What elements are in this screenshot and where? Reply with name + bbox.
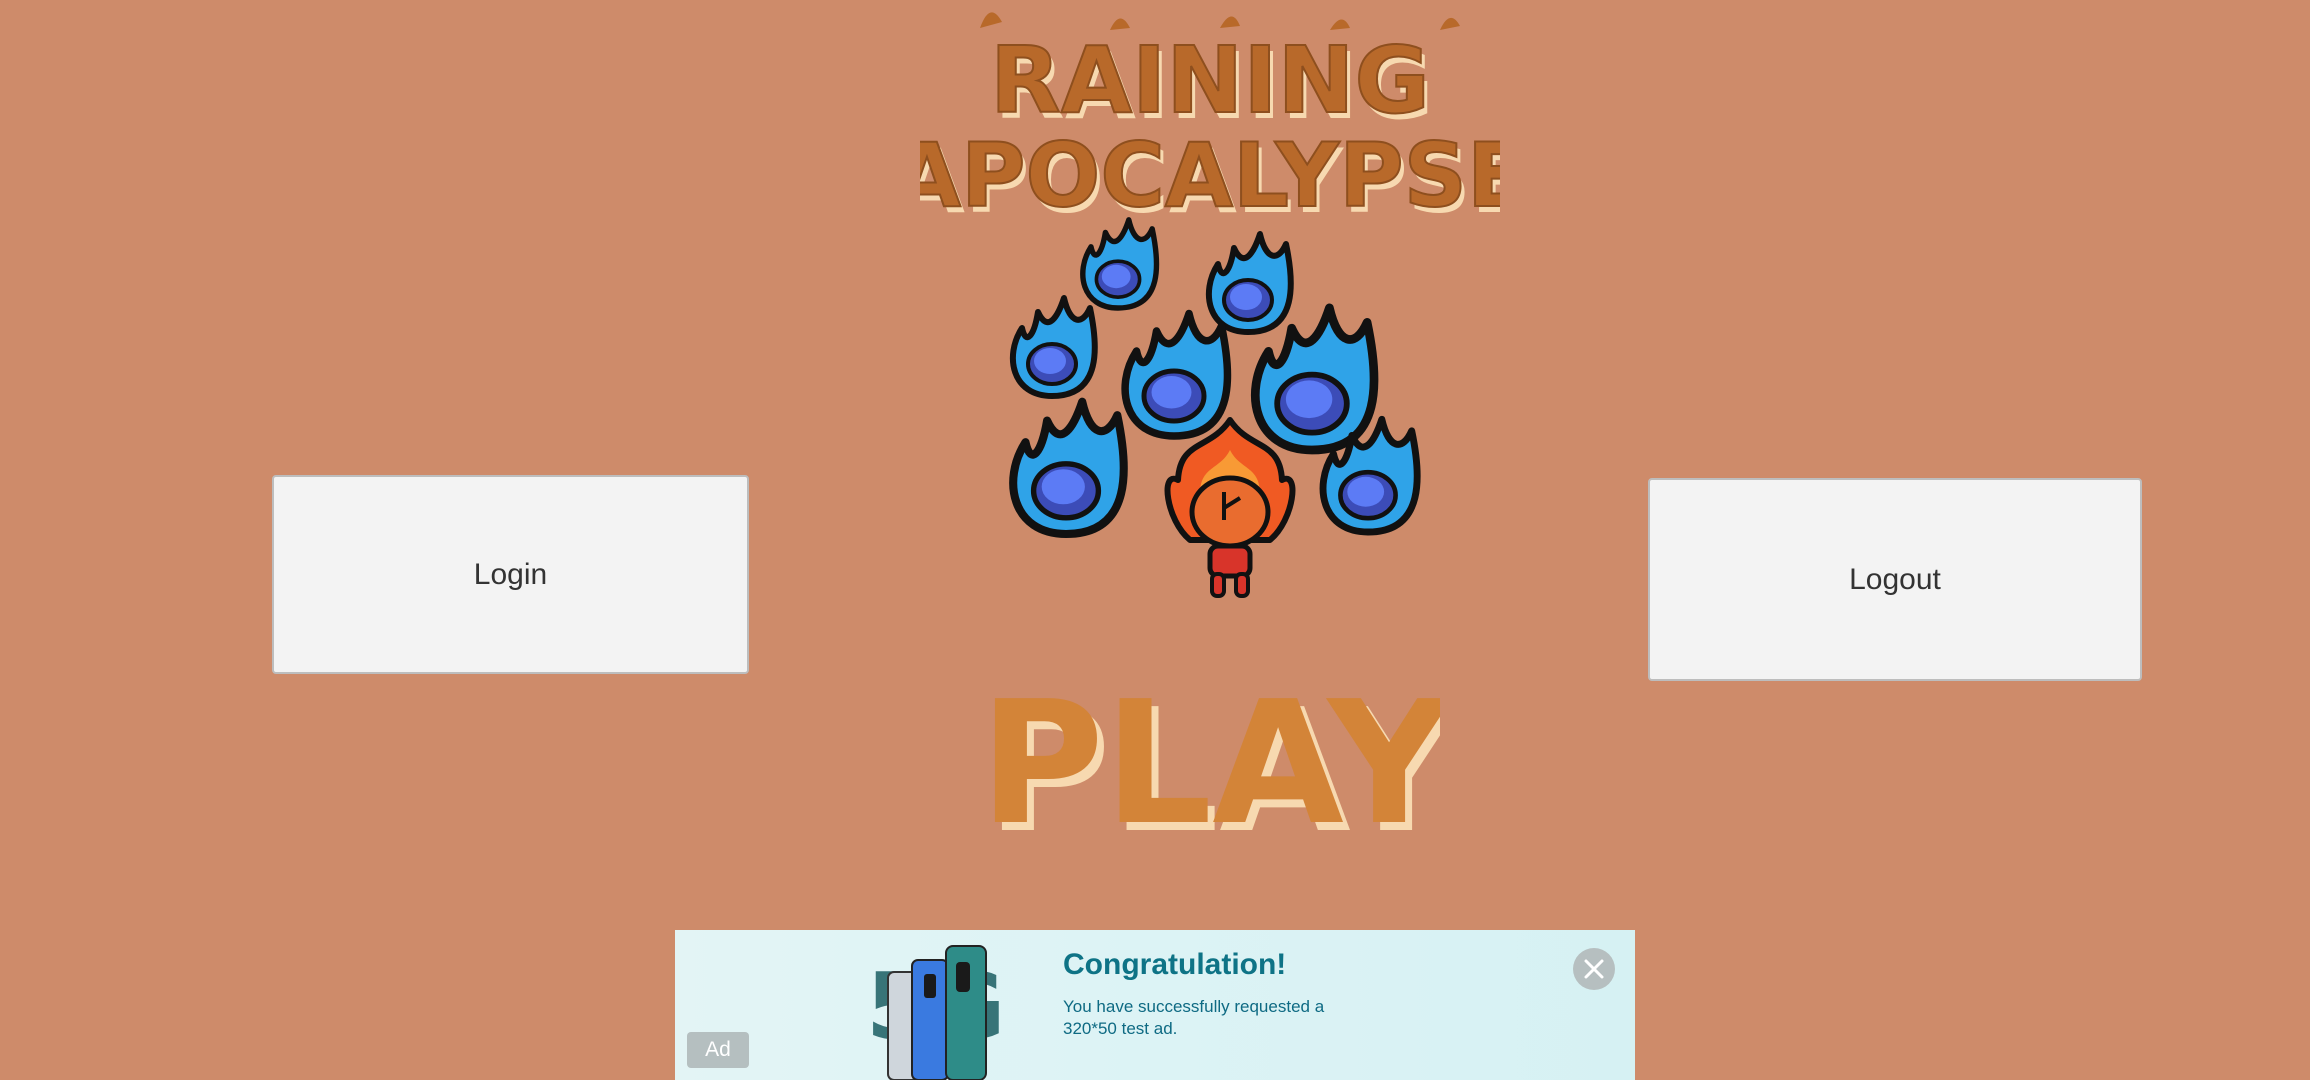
ad-headline: Congratulation!: [1063, 948, 1287, 981]
logout-button[interactable]: Logout: [1648, 478, 2142, 681]
login-button-label: Login: [473, 557, 548, 591]
ad-badge: Ad: [687, 1032, 749, 1068]
fireball-cluster-illustration: [990, 210, 1450, 598]
ad-banner[interactable]: Ad 5G Congratulation! You have successfu…: [675, 930, 1635, 1080]
fire-character-icon: [1164, 417, 1296, 598]
title-line1: RAINING: [990, 27, 1430, 134]
ad-body-text: You have successfully requested a 320*50…: [1063, 997, 1325, 1038]
login-button[interactable]: Login: [272, 475, 749, 674]
play-label: PLAY: [990, 665, 1440, 863]
ad-phones-graphic: 5G: [866, 945, 1006, 1080]
game-title-logo: RAINING RAINING APOCALYPSE APOCALYPSE: [920, 12, 1500, 225]
play-button[interactable]: PLAY PLAY: [990, 660, 1440, 890]
logout-button-label: Logout: [1849, 562, 1941, 596]
ad-close-button[interactable]: [1573, 948, 1615, 990]
close-icon: [1584, 959, 1604, 979]
